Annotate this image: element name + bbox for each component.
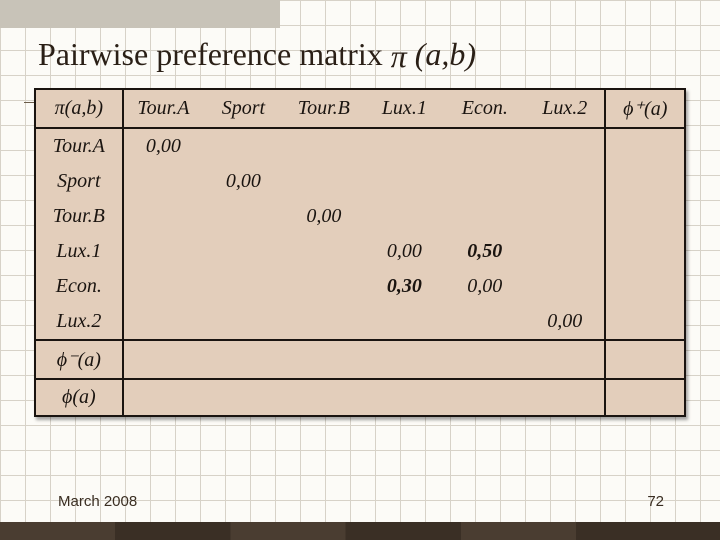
matrix-cell <box>203 199 283 234</box>
col-header: Lux.2 <box>525 90 605 128</box>
summary-cell <box>445 340 525 379</box>
matrix-cell <box>364 199 444 234</box>
summary-cell <box>445 379 525 415</box>
matrix-cell <box>445 128 525 164</box>
matrix-cell: 0,00 <box>364 234 444 269</box>
matrix-cell <box>445 304 525 340</box>
matrix-cell <box>284 234 364 269</box>
matrix-cell <box>123 269 203 304</box>
summary-phi-cell <box>605 379 684 415</box>
matrix-cell <box>203 304 283 340</box>
phi-plus-cell <box>605 199 684 234</box>
matrix-cell <box>525 234 605 269</box>
row-header: Econ. <box>36 269 123 304</box>
matrix-cell <box>123 199 203 234</box>
matrix-cell <box>525 164 605 199</box>
footer-stripe <box>0 522 720 540</box>
matrix-cell <box>123 304 203 340</box>
summary-cell <box>203 340 283 379</box>
phi-plus-header: ϕ⁺(a) <box>605 90 684 128</box>
matrix-cell <box>284 164 364 199</box>
slide-title: Pairwise preference matrix π (a,b) <box>38 36 476 73</box>
matrix-cell <box>123 234 203 269</box>
phi-plus-cell <box>605 304 684 340</box>
matrix-cell <box>364 164 444 199</box>
summary-cell <box>123 379 203 415</box>
matrix-cell <box>203 128 283 164</box>
row-header: Sport <box>36 164 123 199</box>
matrix-cell <box>445 199 525 234</box>
phi-minus-row-header: ϕ⁻(a) <box>36 340 123 379</box>
footer-date: March 2008 <box>58 493 137 510</box>
matrix-cell <box>284 128 364 164</box>
summary-cell <box>525 340 605 379</box>
summary-phi-cell <box>605 340 684 379</box>
phi-plus-cell <box>605 164 684 199</box>
matrix-cell: 0,00 <box>203 164 283 199</box>
matrix-cell: 0,00 <box>525 304 605 340</box>
summary-cell <box>525 379 605 415</box>
phi-plus-cell <box>605 234 684 269</box>
phi-plus-cell <box>605 269 684 304</box>
phi-net-row-header: ϕ(a) <box>36 379 123 415</box>
slide: Pairwise preference matrix π (a,b) π(a,b… <box>0 0 720 540</box>
matrix-cell <box>445 164 525 199</box>
preference-matrix: π(a,b)Tour.ASportTour.BLux.1Econ.Lux.2ϕ⁺… <box>34 88 686 417</box>
matrix-cell <box>203 234 283 269</box>
matrix-cell <box>525 128 605 164</box>
col-header: Sport <box>203 90 283 128</box>
matrix-cell <box>364 128 444 164</box>
summary-cell <box>364 340 444 379</box>
slide-accent-bar <box>0 0 280 28</box>
col-header: Econ. <box>445 90 525 128</box>
row-header: Tour.A <box>36 128 123 164</box>
matrix-cell <box>123 164 203 199</box>
matrix-cell <box>525 199 605 234</box>
matrix-cell <box>525 269 605 304</box>
matrix-cell <box>364 304 444 340</box>
footer-page-number: 72 <box>647 493 664 510</box>
matrix-cell: 0,00 <box>123 128 203 164</box>
matrix-cell <box>284 269 364 304</box>
matrix-table: π(a,b)Tour.ASportTour.BLux.1Econ.Lux.2ϕ⁺… <box>36 90 684 415</box>
row-header: Lux.2 <box>36 304 123 340</box>
matrix-cell: 0,00 <box>445 269 525 304</box>
matrix-cell <box>284 304 364 340</box>
col-header: Tour.B <box>284 90 364 128</box>
summary-cell <box>123 340 203 379</box>
col-header: Lux.1 <box>364 90 444 128</box>
summary-cell <box>203 379 283 415</box>
matrix-cell: 0,00 <box>284 199 364 234</box>
title-args: (a,b) <box>415 36 476 72</box>
summary-cell <box>364 379 444 415</box>
matrix-cell <box>203 269 283 304</box>
row-header: Lux.1 <box>36 234 123 269</box>
summary-cell <box>284 379 364 415</box>
matrix-corner: π(a,b) <box>36 90 123 128</box>
matrix-cell: 0,50 <box>445 234 525 269</box>
title-text: Pairwise preference matrix <box>38 36 391 72</box>
matrix-cell: 0,30 <box>364 269 444 304</box>
pi-symbol: π <box>391 38 407 75</box>
col-header: Tour.A <box>123 90 203 128</box>
row-header: Tour.B <box>36 199 123 234</box>
summary-cell <box>284 340 364 379</box>
phi-plus-cell <box>605 128 684 164</box>
